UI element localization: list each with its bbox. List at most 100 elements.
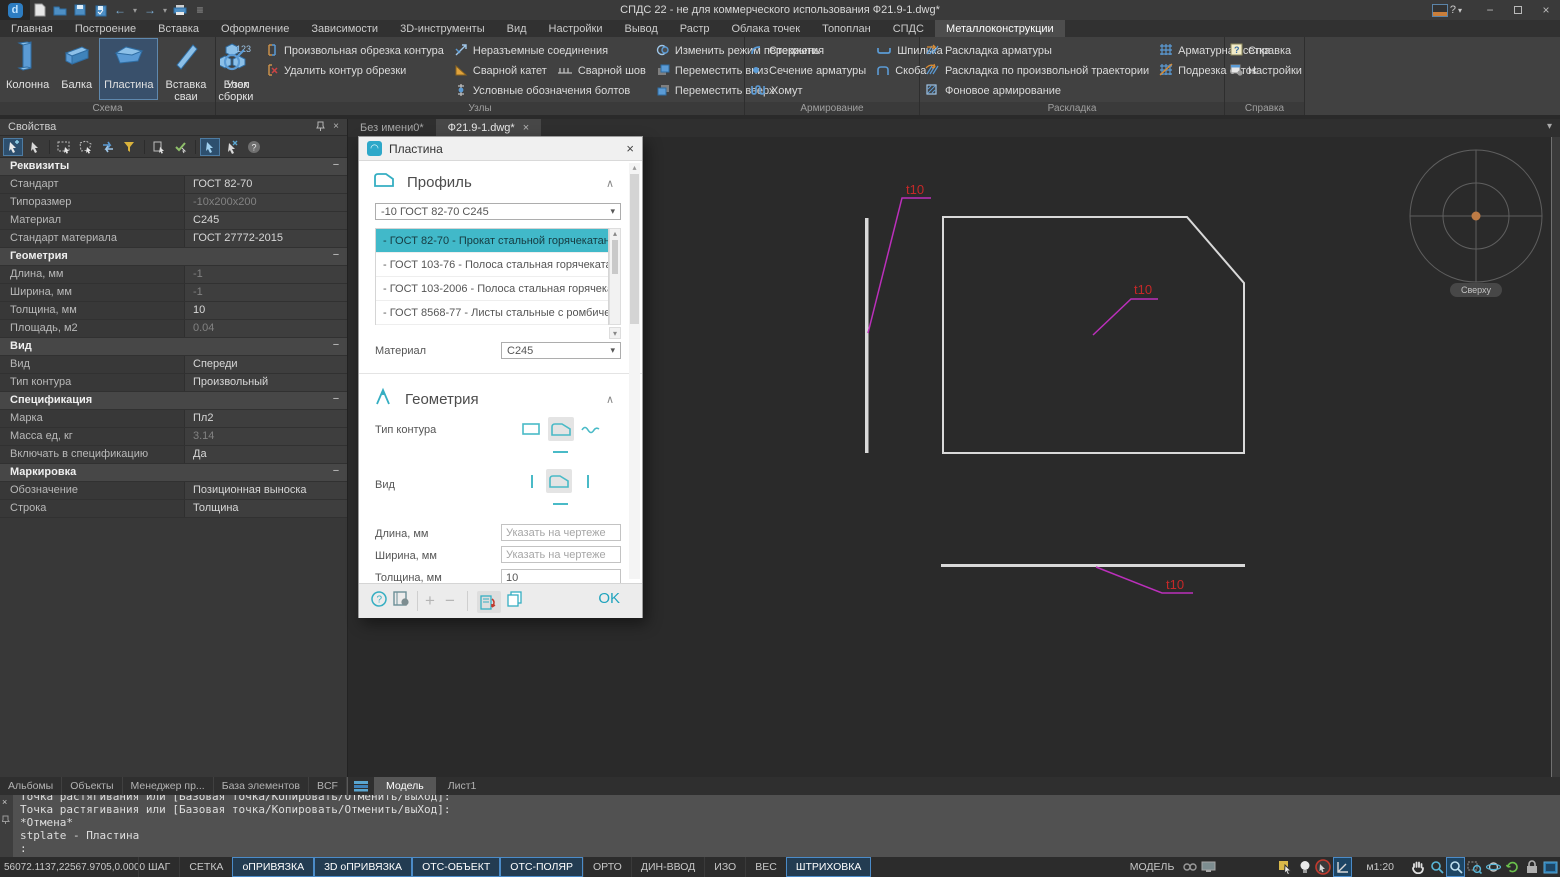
doc-tab-f21-9-1[interactable]: Ф21.9-1.dwg* ×: [436, 119, 542, 137]
annotation-visibility-icon[interactable]: [1314, 857, 1333, 877]
profile-list-scrollbar[interactable]: ▴: [609, 228, 621, 325]
highlight-select-tool[interactable]: [200, 138, 220, 156]
scale-button[interactable]: м1:20: [1352, 861, 1408, 873]
copy-pages-icon[interactable]: [507, 591, 523, 607]
zoom-realtime-icon[interactable]: [1446, 857, 1465, 877]
thickness-label-2[interactable]: t10: [1134, 282, 1152, 297]
tab-oformlenie[interactable]: Оформление: [210, 20, 300, 37]
collapse-icon[interactable]: −: [325, 158, 347, 175]
nastroyki-button[interactable]: Настройки: [1225, 61, 1307, 81]
prop-dlina[interactable]: Длина, мм-1: [0, 266, 347, 284]
profile-collapse-icon[interactable]: ∧: [606, 177, 614, 190]
contour-rect-button[interactable]: [519, 419, 543, 439]
list-item-gost-103-76[interactable]: - ГОСТ 103-76 - Полоса стальная горячека…: [376, 253, 608, 277]
view-front-button[interactable]: [546, 469, 572, 493]
tab-bcf[interactable]: BCF: [309, 777, 347, 795]
tab-oblaka-tochek[interactable]: Облака точек: [721, 20, 812, 37]
filter-tool[interactable]: [120, 138, 140, 156]
prop-standart[interactable]: СтандартГОСТ 82-70: [0, 176, 347, 194]
fullscreen-icon[interactable]: [1541, 857, 1560, 877]
toggle-izo[interactable]: ИЗО: [704, 857, 745, 877]
tab-topoplan[interactable]: Топоплан: [811, 20, 882, 37]
cursor-badge-icon[interactable]: [1276, 857, 1295, 877]
view-locator[interactable]: [1410, 150, 1542, 282]
prop-oboznachenie[interactable]: ОбозначениеПозиционная выноска: [0, 482, 347, 500]
proizvolnaya-obrezka-button[interactable]: Произвольная обрезка контура: [260, 41, 449, 61]
balka-button[interactable]: Балка: [56, 38, 97, 100]
plate-top-view[interactable]: [941, 564, 1245, 567]
prop-stroka[interactable]: СтрокаТолщина: [0, 500, 347, 518]
apply-tool[interactable]: [171, 138, 191, 156]
leader-line-1[interactable]: [868, 198, 931, 333]
prop-standart-materiala[interactable]: Стандарт материалаГОСТ 27772-2015: [0, 230, 347, 248]
ucs-icon[interactable]: [1333, 857, 1352, 877]
open-folder-icon[interactable]: [50, 2, 70, 18]
prop-vid[interactable]: ВидСпереди: [0, 356, 347, 374]
model-space-button[interactable]: МОДЕЛЬ: [1124, 861, 1181, 873]
tab-menedzher[interactable]: Менеджер пр...: [123, 777, 214, 795]
prop-shirina[interactable]: Ширина, мм-1: [0, 284, 347, 302]
spravka-button[interactable]: ? Справка: [1225, 41, 1307, 61]
toggle-shtrihovka[interactable]: ШТРИХОВКА: [786, 857, 872, 877]
material-combo[interactable]: С245 ▾: [501, 342, 621, 359]
nerazemnye-soedineniya-button[interactable]: Неразъемные соединения: [449, 41, 651, 61]
add-row-icon[interactable]: +: [425, 591, 435, 611]
remove-row-icon[interactable]: −: [445, 591, 455, 611]
homut-button[interactable]: Хомут: [745, 81, 871, 101]
sechenie-armatury-button[interactable]: Сечение арматуры: [745, 61, 871, 81]
dialog-close-icon[interactable]: ×: [626, 141, 634, 156]
plastina-button[interactable]: Пластина: [99, 38, 158, 100]
close-button[interactable]: ×: [1532, 0, 1560, 20]
rect-select-tool[interactable]: [54, 138, 74, 156]
tab-vyvod[interactable]: Вывод: [613, 20, 668, 37]
dialog-help-icon[interactable]: ?: [371, 591, 387, 607]
collapse-icon[interactable]: −: [325, 248, 347, 265]
customize-toolbar-icon[interactable]: ≡: [190, 2, 210, 18]
new-file-icon[interactable]: [30, 2, 50, 18]
tab-albomy[interactable]: Альбомы: [0, 777, 62, 795]
tab-glavnaya[interactable]: Главная: [0, 20, 64, 37]
kolonna-button[interactable]: Колонна: [1, 38, 54, 100]
doc-tab-bez-imeni[interactable]: Без имени0*: [348, 119, 436, 137]
save-all-icon[interactable]: [90, 2, 110, 18]
width-input[interactable]: [501, 546, 621, 563]
prop-tiporazmer[interactable]: Типоразмер-10x200x200: [0, 194, 347, 212]
command-history[interactable]: Точка растягивания или [Базовая точка/Ко…: [13, 795, 1560, 857]
import-list-icon[interactable]: [477, 591, 501, 613]
section-markirovka[interactable]: Маркировка−: [0, 464, 347, 482]
tab-model[interactable]: Модель: [374, 777, 436, 795]
help-tool[interactable]: ?: [244, 138, 264, 156]
coordinates-readout[interactable]: 56072.1137,22567.9705,0.0000: [0, 857, 138, 877]
toggle-din-vvod[interactable]: ДИН-ВВОД: [631, 857, 704, 877]
contour-curve-button[interactable]: [579, 419, 603, 439]
list-item-gost-82-70[interactable]: - ГОСТ 82-70 - Прокат стальной горячекат…: [376, 229, 608, 253]
poly-select-tool[interactable]: [76, 138, 96, 156]
dialog-settings-icon[interactable]: [393, 591, 410, 607]
contour-arbitrary-button[interactable]: [548, 417, 574, 441]
toggle-oprivyazka[interactable]: оПРИВЯЗКА: [232, 857, 314, 877]
prop-ploschad[interactable]: Площадь, м20.04: [0, 320, 347, 338]
tab-list1[interactable]: Лист1: [436, 777, 489, 795]
contour-more-indicator[interactable]: [553, 451, 568, 453]
tab-spds[interactable]: СПДС: [882, 20, 935, 37]
fonovoe-armirovanie-button[interactable]: Фоновое армирование: [920, 81, 1154, 101]
leader-line-2[interactable]: [1093, 299, 1158, 335]
deselect-tool[interactable]: [222, 138, 242, 156]
swap-selection-tool[interactable]: [98, 138, 118, 156]
view-left-button[interactable]: [531, 475, 533, 488]
monitor-icon[interactable]: [1199, 857, 1218, 877]
sterzhen-button[interactable]: Стержень: [745, 41, 871, 61]
lock-ui-icon[interactable]: [1522, 857, 1541, 877]
redo-icon[interactable]: →: [140, 2, 160, 18]
profile-combo[interactable]: -10 ГОСТ 82-70 С245 ▾: [375, 203, 621, 220]
view-right-button[interactable]: [587, 475, 589, 488]
tab-postroenie[interactable]: Построение: [64, 20, 147, 37]
select-add-tool[interactable]: [3, 138, 23, 156]
tab-obekty[interactable]: Объекты: [62, 777, 122, 795]
interface-icon[interactable]: [1432, 4, 1448, 17]
collapse-icon[interactable]: −: [325, 464, 347, 481]
minimize-button[interactable]: −: [1476, 0, 1504, 20]
tab-rastr[interactable]: Растр: [669, 20, 721, 37]
print-icon[interactable]: [170, 2, 190, 18]
raskladka-traektoriya-button[interactable]: Раскладка по произвольной траектории: [920, 61, 1154, 81]
